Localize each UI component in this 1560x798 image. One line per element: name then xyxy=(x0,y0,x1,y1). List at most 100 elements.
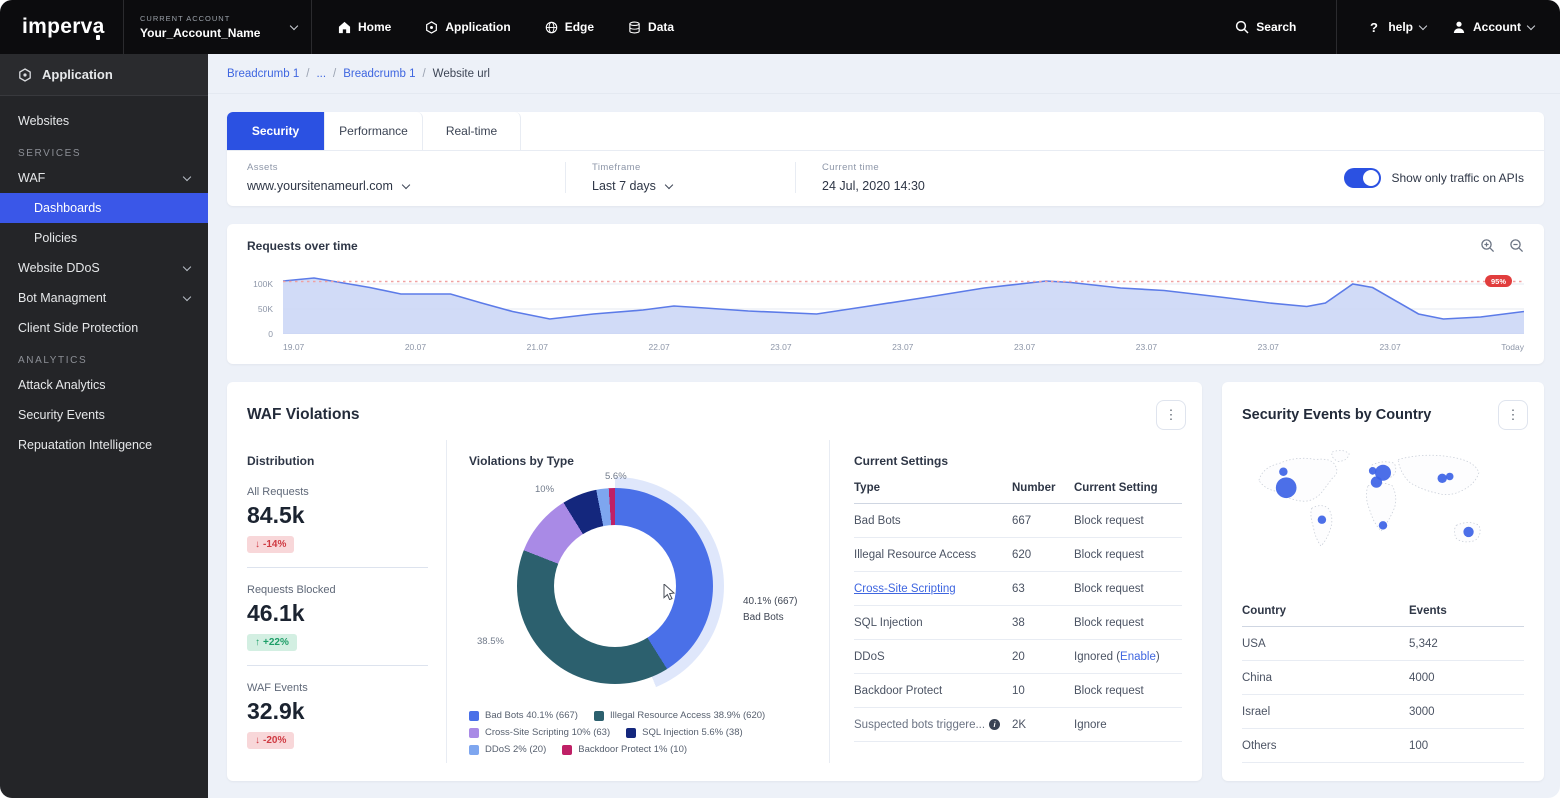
col-number: Number xyxy=(1012,470,1074,504)
nav-data-label: Data xyxy=(648,20,674,34)
setting-number: 20 xyxy=(1012,640,1074,674)
sidebar-item-websites[interactable]: Websites xyxy=(0,106,208,136)
sidebar-item-website-ddos[interactable]: Website DDoS xyxy=(0,253,208,283)
stat-value: 32.9k xyxy=(247,698,428,725)
x-tick: 19.07 xyxy=(283,342,304,352)
requests-chart-x-axis: 19.07 20.07 21.07 22.07 23.07 23.07 23.0… xyxy=(283,342,1524,352)
zoom-out-icon[interactable] xyxy=(1509,238,1524,253)
setting-value: Block request xyxy=(1074,538,1182,572)
sidebar-header-application[interactable]: Application xyxy=(0,54,208,96)
current-account-name: Your_Account_Name xyxy=(140,26,260,40)
home-icon xyxy=(338,21,351,34)
current-time-label: Current time xyxy=(822,162,925,173)
top-navigation-bar: imperva CURRENT ACCOUNT Your_Account_Nam… xyxy=(0,0,1560,54)
stat-value: 84.5k xyxy=(247,502,428,529)
sidebar-item-label: Bot Managment xyxy=(18,291,106,305)
breadcrumb-separator: / xyxy=(422,68,425,80)
timeframe-label: Timeframe xyxy=(592,162,765,173)
tab-security[interactable]: Security xyxy=(227,112,325,150)
table-row: China 4000 xyxy=(1242,661,1524,695)
world-map xyxy=(1222,436,1544,593)
sidebar-item-waf[interactable]: WAF xyxy=(0,163,208,193)
sidebar-item-security-events[interactable]: Security Events xyxy=(0,400,208,430)
current-settings-header: Current Settings xyxy=(854,440,1182,470)
legend-illegal-resource-access: Illegal Resource Access 38.9% (620) xyxy=(594,710,765,721)
legend-label: Backdoor Protect 1% (10) xyxy=(578,744,687,755)
topbar-right: Search ? help Account xyxy=(1235,0,1560,54)
tabstrip: Security Performance Real-time xyxy=(227,112,1544,151)
country-name: China xyxy=(1242,661,1409,695)
help-menu[interactable]: ? help xyxy=(1337,0,1452,54)
setting-value: Block request xyxy=(1074,606,1182,640)
current-account-selector[interactable]: CURRENT ACCOUNT Your_Account_Name xyxy=(124,0,312,54)
api-traffic-toggle[interactable] xyxy=(1344,168,1381,188)
breadcrumb-link[interactable]: Breadcrumb 1 xyxy=(227,68,299,80)
sidebar-section-analytics: ANALYTICS xyxy=(0,343,208,370)
setting-number: 10 xyxy=(1012,674,1074,708)
arrow-down-icon: ↓ xyxy=(255,539,260,550)
nav-home[interactable]: Home xyxy=(338,20,391,34)
x-tick: 23.07 xyxy=(1379,342,1400,352)
imperva-logo-text: imperva xyxy=(22,15,105,39)
delta-value: +22% xyxy=(263,637,289,648)
chevron-down-icon xyxy=(1419,21,1427,29)
setting-number: 63 xyxy=(1012,572,1074,606)
imperva-logo[interactable]: imperva xyxy=(0,0,124,54)
legend-swatch xyxy=(469,728,479,738)
content: Security Performance Real-time Assets ww… xyxy=(208,94,1560,798)
sidebar-item-client-side-protection[interactable]: Client Side Protection xyxy=(0,313,208,343)
setting-type: Illegal Resource Access xyxy=(854,538,1012,572)
breadcrumb-ellipsis[interactable]: ... xyxy=(316,68,326,80)
donut-hole xyxy=(554,525,676,647)
assets-dropdown[interactable]: www.yoursitenameurl.com xyxy=(247,179,535,193)
enable-link[interactable]: Enable xyxy=(1120,651,1156,663)
tab-real-time[interactable]: Real-time xyxy=(423,112,521,150)
table-row: Illegal Resource Access 620 Block reques… xyxy=(854,538,1182,572)
nav-data[interactable]: Data xyxy=(628,20,674,34)
stat-label: All Requests xyxy=(247,486,428,498)
annotation-name: Bad Bots xyxy=(743,610,797,626)
sidebar-item-dashboards[interactable]: Dashboards xyxy=(0,193,208,223)
info-icon[interactable]: i xyxy=(989,719,1000,730)
assets-filter: Assets www.yoursitenameurl.com xyxy=(247,162,565,193)
tab-performance[interactable]: Performance xyxy=(325,112,423,150)
kebab-menu-button[interactable]: ⋮ xyxy=(1156,400,1186,430)
requests-over-time-panel: Requests over time 100K50K0 95% xyxy=(227,224,1544,364)
table-row: Others 100 xyxy=(1242,729,1524,763)
search-icon xyxy=(1235,20,1249,34)
sidebar-section-services: SERVICES xyxy=(0,136,208,163)
setting-type: Bad Bots xyxy=(854,504,1012,538)
sidebar-item-policies[interactable]: Policies xyxy=(0,223,208,253)
account-menu[interactable]: Account xyxy=(1452,0,1560,54)
edge-globe-icon xyxy=(545,21,558,34)
legend-swatch xyxy=(626,728,636,738)
breadcrumb-separator: / xyxy=(333,68,336,80)
legend-sql-injection: SQL Injection 5.6% (38) xyxy=(626,727,743,738)
table-row: Israel 3000 xyxy=(1242,695,1524,729)
table-row: USA 5,342 xyxy=(1242,627,1524,661)
col-events: Events xyxy=(1409,593,1524,627)
nav-application[interactable]: Application xyxy=(425,20,510,34)
donut-legend: Bad Bots 40.1% (667) Illegal Resource Ac… xyxy=(469,710,807,755)
sidebar-item-label: Attack Analytics xyxy=(18,378,106,392)
sidebar-item-reputation-intelligence[interactable]: Repuatation Intelligence xyxy=(0,430,208,460)
search-button[interactable]: Search xyxy=(1235,0,1336,54)
api-toggle-wrap: Show only traffic on APIs xyxy=(1344,168,1524,188)
kebab-menu-button[interactable]: ⋮ xyxy=(1498,400,1528,430)
timeframe-dropdown[interactable]: Last 7 days xyxy=(592,179,765,193)
zoom-in-icon[interactable] xyxy=(1480,238,1495,253)
breadcrumb-link[interactable]: Breadcrumb 1 xyxy=(343,68,415,80)
donut-annotation: 40.1% (667) Bad Bots xyxy=(743,594,797,626)
nav-edge[interactable]: Edge xyxy=(545,20,594,34)
slice-label-sql-injection: 5.6% xyxy=(605,471,627,482)
legend-label: SQL Injection 5.6% (38) xyxy=(642,727,743,738)
country-events: 5,342 xyxy=(1409,627,1524,661)
setting-type: DDoS xyxy=(854,640,1012,674)
stat-all-requests: All Requests 84.5k ↓ -14% xyxy=(247,470,428,567)
sidebar-item-bot-managment[interactable]: Bot Managment xyxy=(0,283,208,313)
cross-site-scripting-link[interactable]: Cross-Site Scripting xyxy=(854,583,956,595)
sidebar-item-attack-analytics[interactable]: Attack Analytics xyxy=(0,370,208,400)
legend-ddos: DDoS 2% (20) xyxy=(469,744,546,755)
legend-swatch xyxy=(562,745,572,755)
timeframe-value: Last 7 days xyxy=(592,179,656,193)
